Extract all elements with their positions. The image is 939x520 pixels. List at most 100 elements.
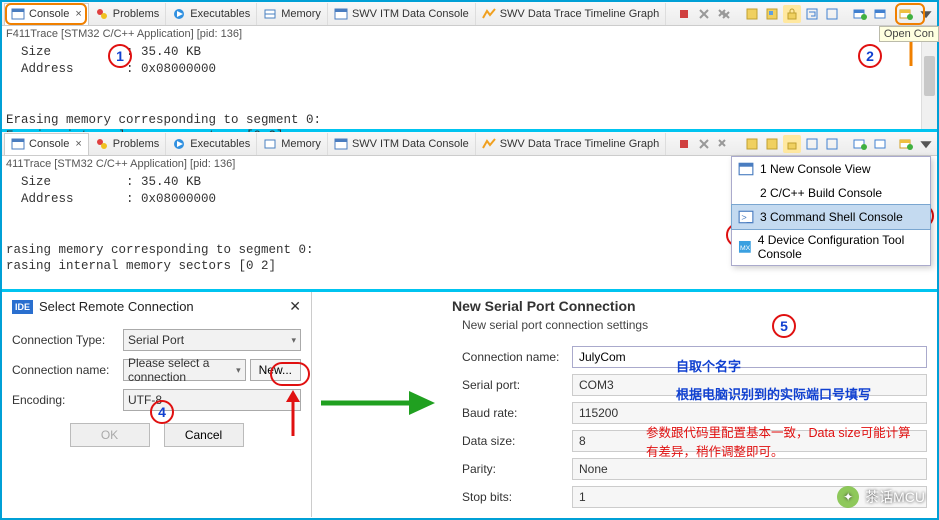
- close-icon[interactable]: ×: [75, 138, 81, 150]
- console-icon: [738, 161, 754, 177]
- executables-icon: [172, 7, 186, 21]
- annotation-note-params: 参数跟代码里配置基本一致，Data size可能计算有差异，稍作调整即可。: [646, 424, 916, 462]
- svg-text:MX: MX: [740, 245, 751, 252]
- chevron-down-icon: ▾: [291, 335, 296, 346]
- display-menu-button[interactable]: [897, 135, 915, 153]
- watermark: ✦ 茶话MCU: [837, 486, 925, 508]
- mx-icon: MX: [738, 239, 752, 255]
- swv-trace-icon: [482, 7, 496, 21]
- chevron-down-icon: ▾: [291, 395, 296, 406]
- scroll-lock-button[interactable]: [783, 135, 801, 153]
- open-console-button[interactable]: [851, 135, 869, 153]
- chevron-down-icon[interactable]: [917, 5, 935, 23]
- new-connection-button[interactable]: New...: [250, 359, 301, 381]
- menu-command-shell-console[interactable]: >_ 3 Command Shell Console: [731, 204, 931, 230]
- top-tabbar: Console × Problems Executables Memory SW…: [2, 2, 937, 26]
- encoding-combo[interactable]: UTF-8▾: [123, 389, 301, 411]
- tab-exec-label: Executables: [190, 8, 250, 20]
- tab-swv-trace-label: SWV Data Trace Timeline Graph: [500, 8, 660, 20]
- tool-a[interactable]: [743, 135, 761, 153]
- swv-itm-icon: [334, 137, 348, 151]
- blank-icon: [738, 185, 754, 201]
- tab-problems-label: Problems: [113, 8, 159, 20]
- tool-e[interactable]: [823, 135, 841, 153]
- tab-swv-trace[interactable]: SWV Data Trace Timeline Graph: [476, 3, 667, 25]
- cancel-button[interactable]: Cancel: [164, 423, 244, 447]
- tab-memory[interactable]: Memory: [257, 3, 328, 25]
- tab-executables-2[interactable]: Executables: [166, 133, 257, 155]
- ide-icon: IDE: [12, 300, 33, 314]
- select-remote-connection-dialog: IDE Select Remote Connection ✕ Connectio…: [2, 292, 312, 517]
- chevron-down-icon[interactable]: [917, 135, 935, 153]
- pin-button[interactable]: [871, 135, 889, 153]
- kill-button[interactable]: [695, 5, 713, 23]
- remove-all-button[interactable]: [715, 5, 733, 23]
- conn-name-combo[interactable]: Please select a connection▾: [123, 359, 246, 381]
- stop-button[interactable]: [675, 135, 693, 153]
- tab-problems-2[interactable]: Problems: [89, 133, 166, 155]
- toolbar-right-2: [675, 132, 935, 156]
- display-menu-button[interactable]: [897, 5, 915, 23]
- baud-combo[interactable]: 115200: [572, 402, 927, 424]
- new-dialog-subtitle: New serial port connection settings: [462, 318, 927, 332]
- menu-device-config-console[interactable]: MX 4 Device Configuration Tool Console: [732, 229, 930, 265]
- remove-all-button[interactable]: [715, 135, 733, 153]
- conn-name-label: Connection name:: [12, 363, 117, 377]
- menu-new-console-view[interactable]: 1 New Console View: [732, 157, 930, 181]
- open-console-tooltip: Open Con: [879, 26, 939, 42]
- svg-text:>_: >_: [741, 212, 752, 222]
- stop-bits-label: Stop bits:: [462, 490, 572, 504]
- console-icon: [11, 137, 25, 151]
- stop-button[interactable]: [675, 5, 693, 23]
- tool-e[interactable]: [823, 5, 841, 23]
- tab-swv-itm-2[interactable]: SWV ITM Data Console: [328, 133, 476, 155]
- parity-label: Parity:: [462, 462, 572, 476]
- annotation-note-port: 根据电脑识别到的实际端口号填写: [676, 384, 871, 403]
- memory-icon: [263, 7, 277, 21]
- panel2-tabbar: Console × Problems Executables Memory SW…: [2, 132, 937, 156]
- data-size-label: Data size:: [462, 434, 572, 448]
- baud-label: Baud rate:: [462, 406, 572, 420]
- problems-icon: [95, 137, 109, 151]
- tab-swv-itm-label: SWV ITM Data Console: [352, 8, 469, 20]
- select-dialog-title: Select Remote Connection: [39, 299, 194, 314]
- tab-console[interactable]: Console ×: [4, 3, 89, 25]
- close-icon[interactable]: ✕: [289, 298, 301, 315]
- tab-swv-itm[interactable]: SWV ITM Data Console: [328, 3, 476, 25]
- tab-memory-label: Memory: [281, 8, 321, 20]
- scroll-thumb[interactable]: [924, 56, 935, 96]
- executables-icon: [172, 137, 186, 151]
- wechat-icon: ✦: [837, 486, 859, 508]
- tab-console-2[interactable]: Console ×: [4, 133, 89, 155]
- open-console-dropdown: 1 New Console View 2 C/C++ Build Console…: [731, 156, 931, 266]
- tool-b[interactable]: [763, 135, 781, 153]
- tab-problems[interactable]: Problems: [89, 3, 166, 25]
- conn-type-combo[interactable]: Serial Port▾: [123, 329, 301, 351]
- tab-console-label: Console: [29, 8, 69, 20]
- wrap-button[interactable]: [803, 135, 821, 153]
- panel1-subtitle: F411Trace [STM32 C/C++ Application] [pid…: [2, 26, 937, 42]
- tab-swv-trace-2[interactable]: SWV Data Trace Timeline Graph: [476, 133, 667, 155]
- scroll-lock-button[interactable]: [783, 5, 801, 23]
- console-icon: [11, 7, 25, 21]
- tab-memory-2[interactable]: Memory: [257, 133, 328, 155]
- tab-executables[interactable]: Executables: [166, 3, 257, 25]
- conn-name-input[interactable]: [572, 346, 927, 368]
- serial-port-label: Serial port:: [462, 378, 572, 392]
- wrap-button[interactable]: [803, 5, 821, 23]
- conn-type-label: Connection Type:: [12, 333, 117, 347]
- ok-button: OK: [70, 423, 150, 447]
- open-console-button[interactable]: [851, 5, 869, 23]
- pin-button[interactable]: [871, 5, 889, 23]
- close-icon[interactable]: ×: [75, 8, 81, 20]
- conn-name-label: Connection name:: [462, 350, 572, 364]
- problems-icon: [95, 7, 109, 21]
- new-serial-port-dialog: New Serial Port Connection New serial po…: [442, 292, 937, 517]
- kill-button[interactable]: [695, 135, 713, 153]
- tool-b[interactable]: [763, 5, 781, 23]
- swv-itm-icon: [334, 7, 348, 21]
- menu-build-console[interactable]: 2 C/C++ Build Console: [732, 181, 930, 205]
- new-dialog-title: New Serial Port Connection: [452, 298, 927, 314]
- tool-a[interactable]: [743, 5, 761, 23]
- toolbar-right: [675, 2, 935, 26]
